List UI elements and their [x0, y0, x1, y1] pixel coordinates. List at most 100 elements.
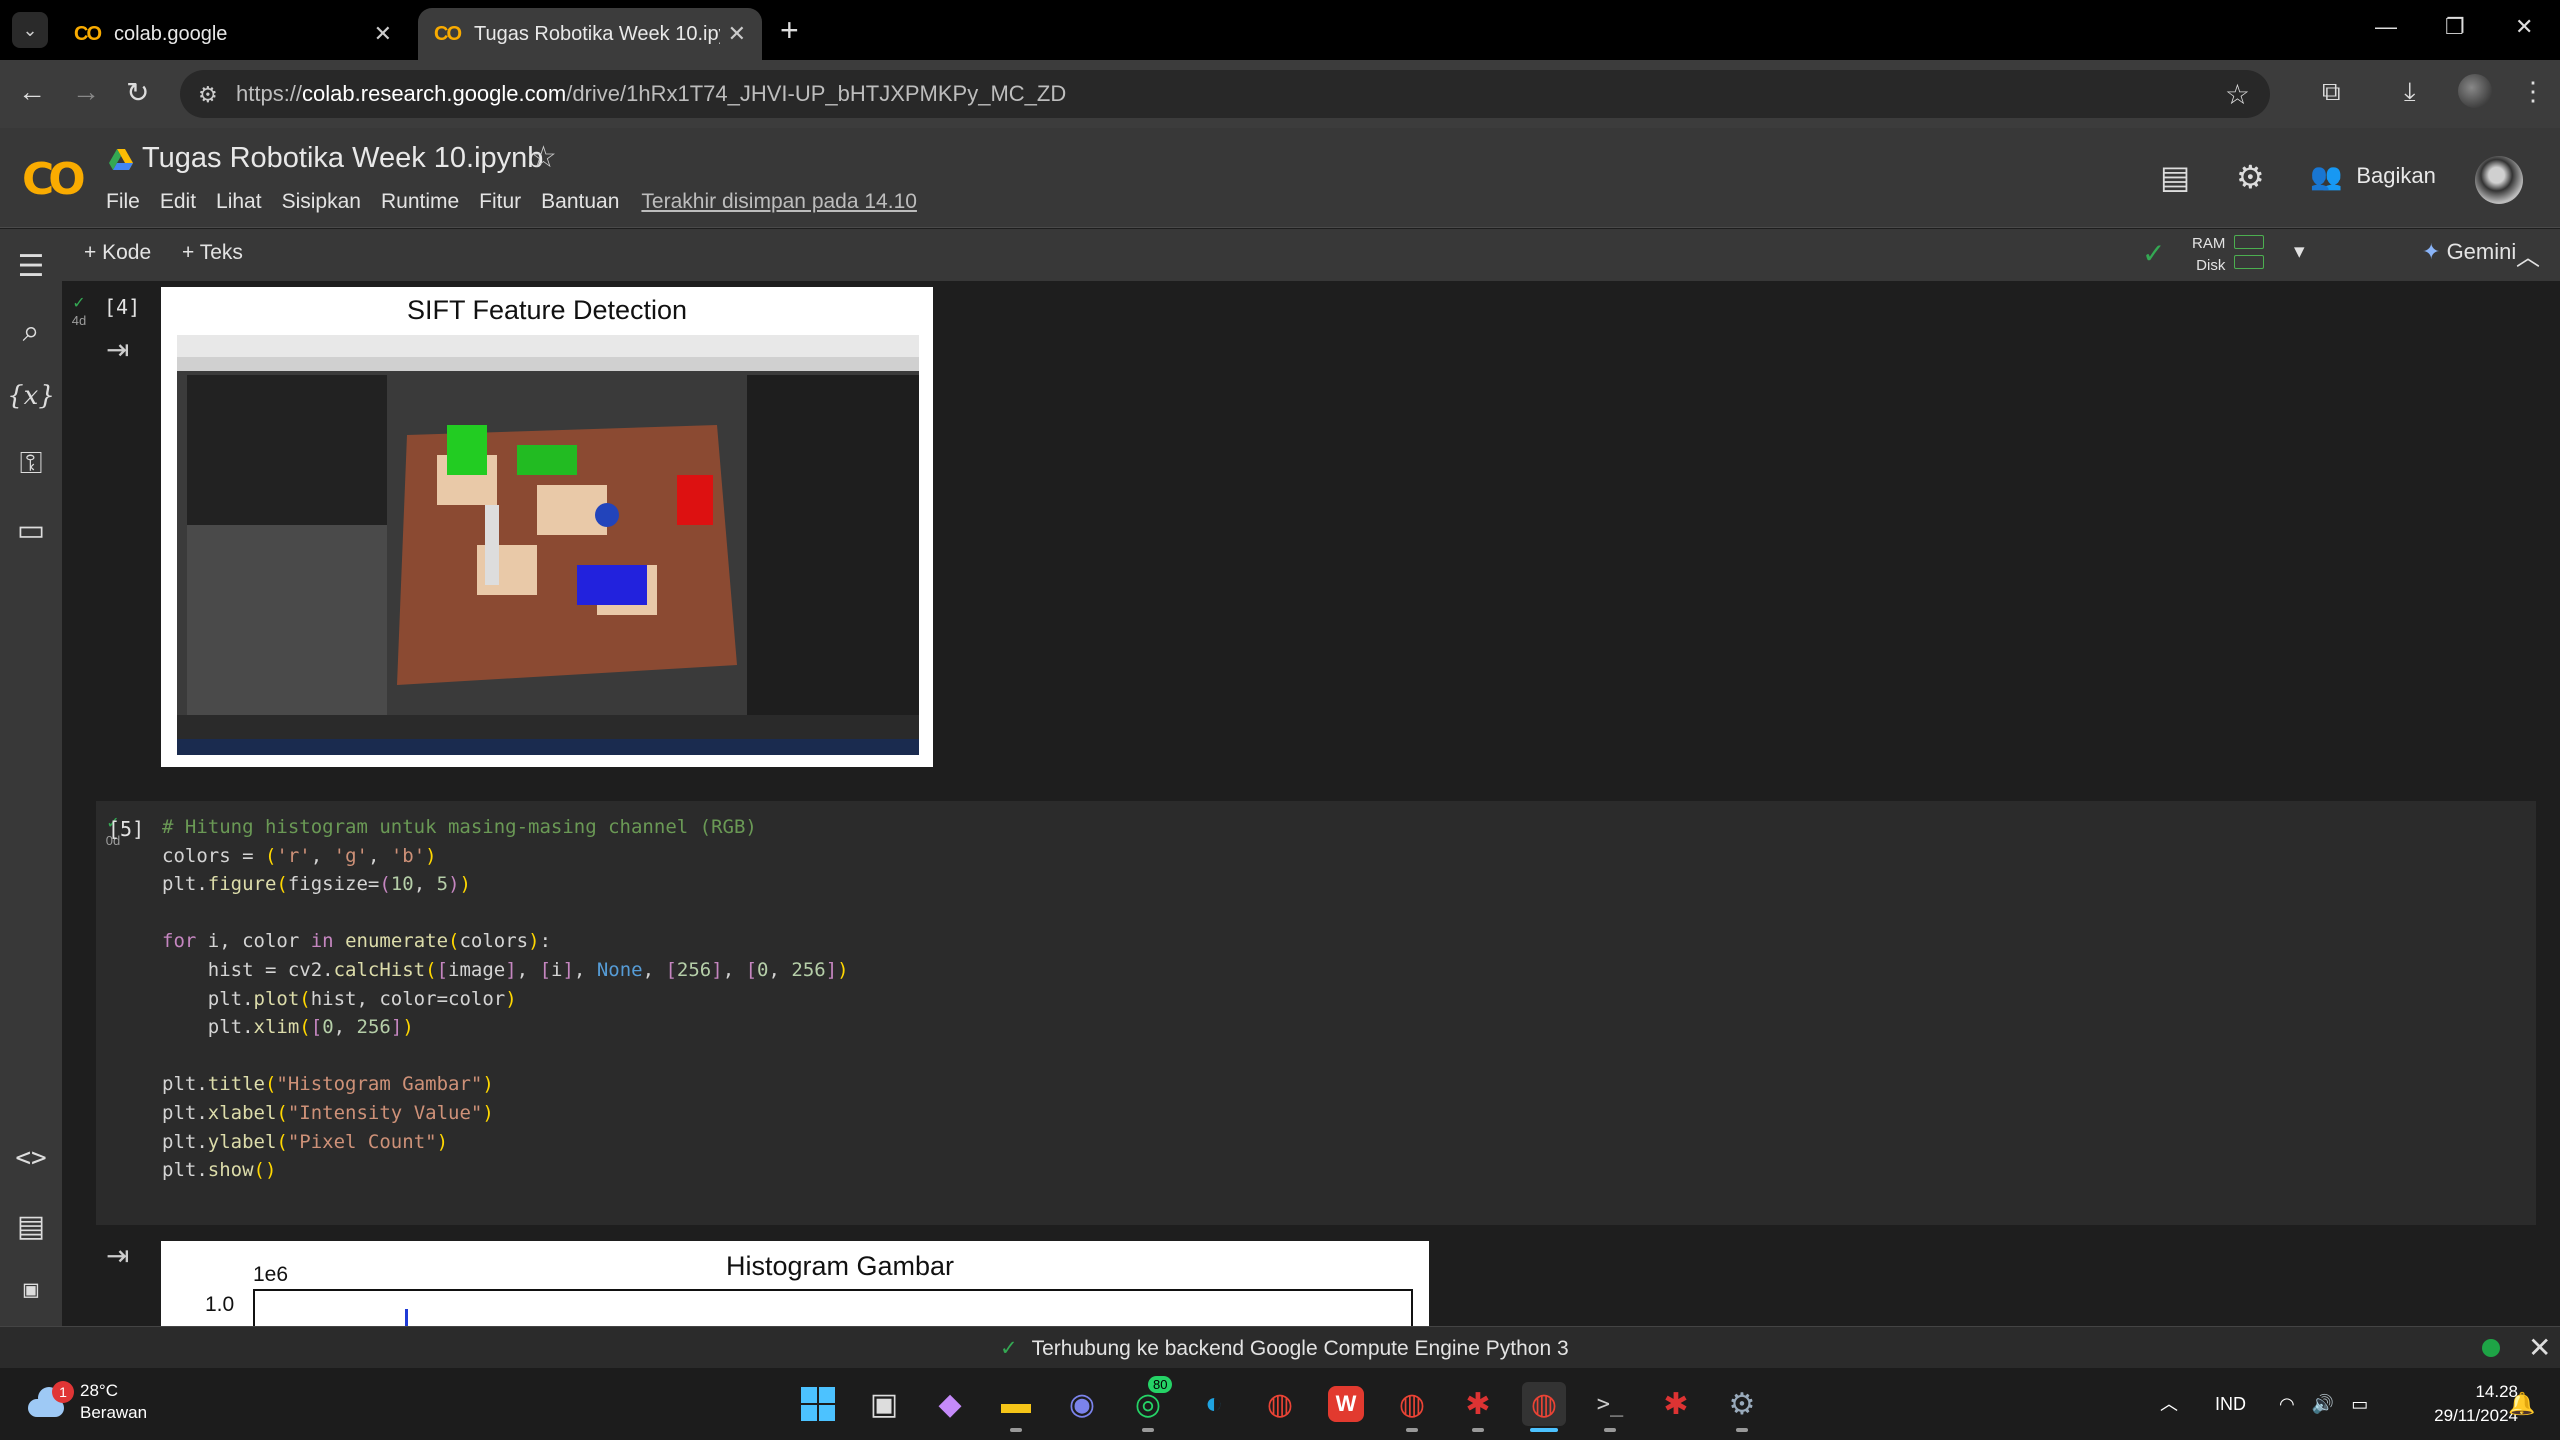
- browser-tab-bar: ⌄ CO colab.google ✕ CO Tugas Robotika We…: [0, 0, 2560, 60]
- windows-taskbar: 1 28°C Berawan ▣ ◆ ▬ ◉ ◎ 80 ◐ ◍ W ◍ ✱ ◍ …: [0, 1368, 2560, 1440]
- download-icon[interactable]: ⤓: [2404, 76, 2416, 108]
- runtime-dropdown-icon[interactable]: ▾: [2294, 239, 2305, 264]
- menu-lihat[interactable]: Lihat: [216, 190, 262, 214]
- cell-output-figure: Histogram Gambar 1e6 1.0: [161, 1241, 1429, 1326]
- tab-list-chevron-icon[interactable]: ⌄: [12, 12, 48, 48]
- tab-title: Tugas Robotika Week 10.ipynb: [474, 22, 720, 45]
- code-cell[interactable]: ✓ 0d [5] # Hitung histogram untuk masing…: [96, 801, 2536, 1225]
- extensions-icon[interactable]: ⧉: [2322, 76, 2341, 108]
- tab-close-icon[interactable]: ✕: [374, 21, 392, 47]
- resource-monitor[interactable]: RAM Disk: [2192, 233, 2225, 277]
- colab-favicon-icon: CO: [74, 22, 102, 45]
- tab-title: colab.google: [114, 22, 228, 45]
- wifi-icon[interactable]: ◠: [2279, 1394, 2295, 1414]
- tray-chevron-up-icon[interactable]: ︿: [2160, 1394, 2178, 1414]
- restore-icon[interactable]: ❐: [2445, 14, 2465, 40]
- wps-office-icon[interactable]: W: [1324, 1382, 1368, 1426]
- share-button[interactable]: 👥 Bagikan: [2310, 154, 2436, 198]
- window-close-icon[interactable]: ✕: [2515, 14, 2533, 40]
- forward-arrow-icon[interactable]: →: [72, 76, 100, 108]
- copilot-icon[interactable]: ◆: [928, 1382, 972, 1426]
- volume-icon[interactable]: 🔊: [2312, 1394, 2334, 1414]
- variables-icon[interactable]: {x}: [0, 381, 62, 411]
- output-actions-icon[interactable]: ⇥: [106, 1239, 129, 1272]
- running-indicator: [1736, 1428, 1748, 1432]
- edge-icon[interactable]: ◐: [1192, 1382, 1236, 1426]
- menu-edit[interactable]: Edit: [160, 190, 196, 214]
- last-saved-link[interactable]: Terakhir disimpan pada 14.10: [641, 190, 917, 214]
- notebook-toolbar: + Kode + Teks ✓ RAM Disk ▾ ✦ Gemini ︿: [62, 229, 2560, 281]
- search-icon[interactable]: ⌕: [0, 315, 62, 349]
- url-scheme: https://: [236, 81, 303, 106]
- menu-bantuan[interactable]: Bantuan: [541, 190, 619, 214]
- account-avatar[interactable]: [2475, 156, 2523, 204]
- back-arrow-icon[interactable]: ←: [18, 76, 46, 108]
- table-of-contents-icon[interactable]: ☰: [0, 249, 62, 284]
- star-icon[interactable]: ☆: [530, 140, 557, 175]
- menu-sisipkan[interactable]: Sisipkan: [282, 190, 361, 214]
- code-snippets-icon[interactable]: <>: [0, 1143, 62, 1173]
- comment-icon[interactable]: ▤: [2160, 158, 2190, 196]
- plot-area: [253, 1289, 1413, 1326]
- histogram-peak-line: [405, 1309, 408, 1326]
- colab-logo[interactable]: CO: [22, 154, 86, 205]
- whatsapp-icon[interactable]: ◎ 80: [1126, 1376, 1173, 1426]
- menu-fitur[interactable]: Fitur: [479, 190, 521, 214]
- tab-colab-google[interactable]: CO colab.google ✕: [58, 8, 408, 60]
- left-sidebar: ☰ ⌕ {x} ⚿ ▭ <> ▤ ▣: [0, 229, 62, 1326]
- notification-bell-icon[interactable]: 🔔: [2500, 1382, 2544, 1426]
- colab-header: CO Tugas Robotika Week 10.ipynb ☆ File E…: [0, 128, 2560, 228]
- chrome-active-icon[interactable]: ◍: [1522, 1382, 1566, 1426]
- file-explorer-icon[interactable]: ▬: [994, 1382, 1038, 1426]
- notebook-content: ✓ 4d [4] ⇥ SIFT Feature Detection ✓ 0d […: [62, 281, 2560, 1326]
- menu-file[interactable]: File: [106, 190, 140, 214]
- input-language[interactable]: IND: [2215, 1394, 2246, 1414]
- battery-icon[interactable]: ▭: [2351, 1394, 2368, 1414]
- bookmark-star-icon[interactable]: ☆: [2225, 78, 2250, 111]
- notebook-title[interactable]: Tugas Robotika Week 10.ipynb: [142, 142, 543, 175]
- command-palette-icon[interactable]: ▤: [0, 1209, 62, 1244]
- secrets-key-icon[interactable]: ⚿: [0, 447, 62, 481]
- connection-status: ✓ Terhubung ke backend Google Compute Eng…: [1000, 1336, 1569, 1361]
- tab-notebook[interactable]: CO Tugas Robotika Week 10.ipynb ✕: [418, 8, 762, 60]
- more-menu-icon[interactable]: ⋮: [2520, 76, 2546, 107]
- status-close-icon[interactable]: ✕: [2528, 1331, 2551, 1364]
- collapse-chevron-up-icon[interactable]: ︿: [2516, 237, 2540, 272]
- teams-icon[interactable]: ◉: [1060, 1382, 1104, 1426]
- system-tray: ︿ IND ◠ 🔊 ▭: [2160, 1390, 2368, 1416]
- code-editor[interactable]: # Hitung histogram untuk masing-masing c…: [162, 813, 849, 1185]
- chrome-profile-icon[interactable]: ◍: [1390, 1382, 1434, 1426]
- bug-app-icon[interactable]: ✱: [1456, 1382, 1500, 1426]
- google-drive-icon[interactable]: [108, 148, 134, 172]
- weather-widget[interactable]: 1 28°C Berawan: [24, 1380, 147, 1424]
- chrome-icon[interactable]: ◍: [1258, 1382, 1302, 1426]
- minimize-icon[interactable]: —: [2375, 14, 2397, 40]
- add-code-button[interactable]: + Kode: [84, 241, 151, 265]
- site-info-icon[interactable]: ⚙: [198, 82, 218, 108]
- terminal-app-icon[interactable]: >_: [1588, 1382, 1632, 1426]
- profile-avatar[interactable]: [2458, 74, 2492, 108]
- y-tick-label: 1.0: [205, 1293, 235, 1316]
- settings-gear-icon[interactable]: ⚙: [2236, 158, 2265, 196]
- gemini-label: Gemini: [2446, 239, 2517, 264]
- cell-run-status[interactable]: ✓ 4d: [62, 293, 96, 328]
- files-folder-icon[interactable]: ▭: [0, 513, 62, 548]
- reload-icon[interactable]: ↻: [126, 76, 149, 109]
- connection-status-text: Terhubung ke backend Google Compute Engi…: [1031, 1337, 1569, 1360]
- browser-toolbar: ← → ↻ ⚙ https://colab.research.google.co…: [0, 60, 2560, 128]
- start-windows-icon[interactable]: [796, 1382, 840, 1426]
- address-bar[interactable]: ⚙ https://colab.research.google.com/driv…: [180, 70, 2270, 118]
- new-tab-plus-icon[interactable]: +: [780, 12, 799, 49]
- output-actions-icon[interactable]: ⇥: [106, 333, 129, 366]
- gemini-button[interactable]: ✦ Gemini: [2422, 239, 2516, 265]
- running-indicator: [1604, 1428, 1616, 1432]
- tab-close-icon[interactable]: ✕: [728, 21, 746, 47]
- terminal-icon[interactable]: ▣: [0, 1275, 62, 1303]
- settings-app-icon[interactable]: ⚙: [1720, 1382, 1764, 1426]
- weather-temperature: 28°C: [80, 1381, 118, 1400]
- add-text-button[interactable]: + Teks: [182, 241, 243, 265]
- ram-usage-bar: [2234, 235, 2264, 249]
- task-view-icon[interactable]: ▣: [862, 1382, 906, 1426]
- menu-runtime[interactable]: Runtime: [381, 190, 459, 214]
- bug-app-2-icon[interactable]: ✱: [1654, 1382, 1698, 1426]
